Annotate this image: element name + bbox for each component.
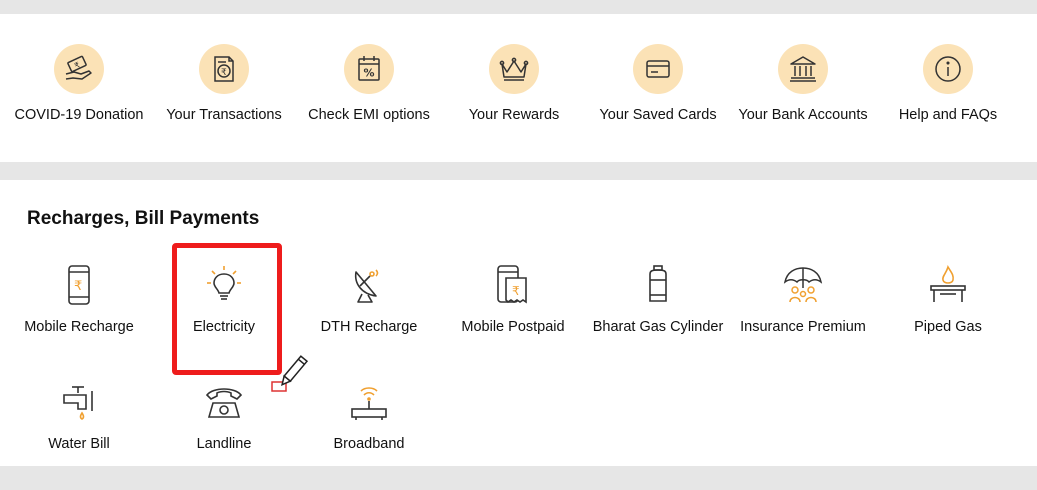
bill-item-water-bill[interactable]: Water Bill [7,380,151,490]
transactions-icon: ₹ [199,44,249,94]
shortcut-label: Your Transactions [166,107,282,123]
bill-item-label: Mobile Postpaid [461,319,565,335]
bulb-icon [203,263,245,307]
pencil-cursor-icon [271,355,309,392]
shortcut-label: Your Rewards [468,107,560,123]
telephone-icon [203,380,245,424]
emi-calendar-icon: % [344,44,394,94]
section-title: Recharges, Bill Payments [27,208,260,229]
bill-item-label: Water Bill [48,436,110,452]
shortcut-emi-options[interactable]: % Check EMI options [296,14,442,162]
bill-payments-panel: Recharges, Bill Payments ₹ Mobile Rechar… [0,180,1037,466]
shortcut-label: Your Bank Accounts [738,107,868,123]
umbrella-family-icon [782,263,824,307]
router-wifi-icon [348,380,390,424]
bill-item-label: Electricity [192,319,256,335]
satellite-dish-icon [348,263,390,307]
mobile-rupee-icon: ₹ [58,263,100,307]
svg-text:₹: ₹ [512,284,520,298]
card-icon [633,44,683,94]
shortcut-bank-accounts[interactable]: Your Bank Accounts [730,14,876,162]
info-icon [923,44,973,94]
svg-text:%: % [364,67,375,80]
bill-item-label: Landline [196,436,252,452]
bill-item-piped-gas[interactable]: Piped Gas [876,263,1020,373]
bill-item-broadband[interactable]: Broadband [297,380,441,490]
bill-item-mobile-recharge[interactable]: ₹ Mobile Recharge [7,263,151,373]
crown-icon [489,44,539,94]
shortcut-rewards[interactable]: Your Rewards [441,14,587,162]
donation-icon: ₹ [54,44,104,94]
bill-item-label: Bharat Gas Cylinder [592,319,724,335]
shortcut-label: Your Saved Cards [599,107,717,123]
shortcut-transactions[interactable]: ₹ Your Transactions [151,14,297,162]
bill-item-insurance-premium[interactable]: Insurance Premium [731,263,875,373]
bill-item-bharat-gas[interactable]: Bharat Gas Cylinder [586,263,730,373]
bill-item-label: Insurance Premium [740,319,866,335]
shortcut-label: Help and FAQs [898,107,998,123]
shortcut-covid-donation[interactable]: ₹ COVID-19 Donation [6,14,152,162]
gas-cylinder-icon [637,263,679,307]
postpaid-bill-icon: ₹ [492,263,534,307]
gas-flame-icon [927,263,969,307]
svg-text:₹: ₹ [74,279,82,294]
shortcut-label: Check EMI options [308,107,430,123]
svg-text:₹: ₹ [73,60,81,70]
bill-item-label: Piped Gas [914,319,982,335]
bill-item-dth-recharge[interactable]: DTH Recharge [297,263,441,373]
svg-text:₹: ₹ [221,68,227,78]
bill-item-label: Mobile Recharge [24,319,134,335]
bank-icon [778,44,828,94]
bill-item-label: Broadband [333,436,405,452]
water-tap-icon [58,380,100,424]
shortcut-help-faqs[interactable]: Help and FAQs [875,14,1021,162]
shortcuts-panel: ₹ COVID-19 Donation ₹ Your Transactions [0,14,1037,162]
shortcut-label: COVID-19 Donation [14,107,144,123]
bill-item-mobile-postpaid[interactable]: ₹ Mobile Postpaid [441,263,585,373]
bill-item-label: DTH Recharge [320,319,418,335]
shortcut-saved-cards[interactable]: Your Saved Cards [585,14,731,162]
